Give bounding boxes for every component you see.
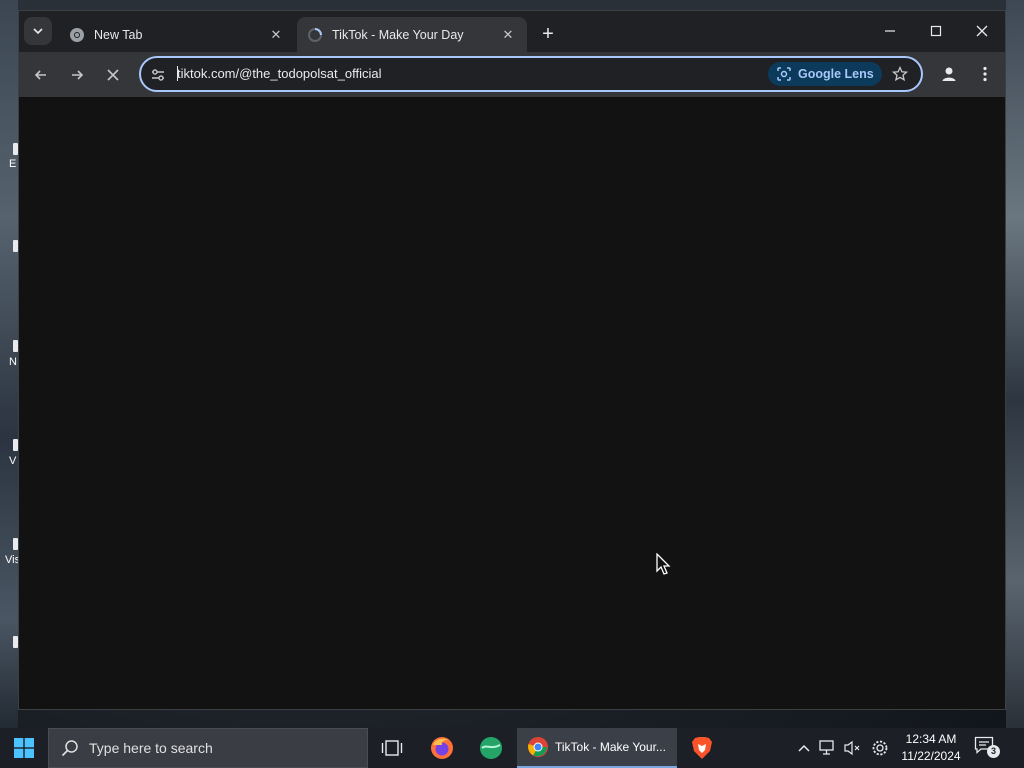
desktop-background-top [0, 0, 1024, 10]
notification-center-button[interactable]: 3 [974, 736, 1002, 760]
address-bar[interactable]: tiktok.com/@the_todopolsat_official Goog… [139, 56, 923, 92]
google-lens-label: Google Lens [798, 67, 874, 81]
task-view-button[interactable] [368, 728, 416, 768]
taskbar-brave[interactable] [678, 728, 726, 768]
task-view-icon [381, 740, 403, 756]
arrow-right-icon [72, 70, 84, 80]
taskbar-chrome-window[interactable]: TikTok - Make Your... [517, 728, 677, 768]
tab-search-button[interactable] [24, 17, 52, 45]
desktop-background-left: E N V Vis [0, 0, 20, 728]
url-text: tiktok.com/@the_todopolsat_official [177, 66, 382, 81]
start-button[interactable] [0, 728, 48, 768]
gear-icon [872, 740, 888, 756]
arrow-left-icon [34, 70, 46, 80]
clock-date: 11/22/2024 [901, 749, 961, 763]
tab-title: New Tab [94, 27, 143, 42]
browser-menu-button[interactable] [971, 60, 999, 88]
person-icon [942, 67, 956, 81]
close-tab-icon[interactable]: ✕ [499, 26, 517, 44]
chrome-icon [528, 737, 548, 757]
show-hidden-icons-button[interactable] [793, 738, 815, 758]
close-icon [107, 69, 119, 81]
settings-button[interactable] [869, 738, 891, 758]
tab-tiktok[interactable]: TikTok - Make Your Day ✕ [297, 17, 527, 52]
desktop-icon-label: N [9, 356, 17, 368]
loading-spinner-icon [307, 27, 323, 43]
taskbar-search-box[interactable]: Type here to search [48, 728, 368, 768]
tab-strip: New Tab ✕ TikTok - Make Your Day ✕ + [19, 11, 1005, 52]
taskbar: Type here to search TikTok - Make Your..… [0, 728, 1024, 768]
system-clock[interactable]: 12:34 AM 11/22/2024 [892, 731, 970, 767]
maximize-button[interactable] [913, 11, 959, 51]
minimize-icon [885, 30, 895, 32]
desktop-icon-label: V [9, 455, 17, 467]
browser-toolbar: tiktok.com/@the_todopolsat_official Goog… [19, 52, 1005, 97]
close-icon [976, 25, 988, 37]
site-info-icon[interactable] [149, 66, 167, 84]
google-lens-button[interactable]: Google Lens [768, 62, 882, 86]
back-button[interactable] [26, 60, 56, 90]
close-window-button[interactable] [959, 11, 1005, 51]
more-vertical-icon [983, 66, 987, 82]
taskbar-app-green[interactable] [467, 728, 515, 768]
page-content-area[interactable] [19, 97, 1005, 709]
star-icon [892, 66, 908, 82]
tab-title: TikTok - Make Your Day [332, 27, 464, 42]
network-icon [819, 740, 834, 755]
network-status-button[interactable] [817, 738, 839, 758]
search-placeholder: Type here to search [89, 740, 213, 756]
clock-time: 12:34 AM [905, 732, 957, 746]
profile-button[interactable] [935, 60, 963, 88]
new-tab-button[interactable]: + [535, 21, 561, 47]
forward-button[interactable] [62, 60, 92, 90]
stop-loading-button[interactable] [98, 60, 128, 90]
url-text-container: tiktok.com/@the_todopolsat_official [177, 66, 381, 81]
google-lens-icon [777, 67, 791, 81]
browser-window: New Tab ✕ TikTok - Make Your Day ✕ + tik… [18, 10, 1006, 710]
notification-badge: 3 [987, 745, 1000, 758]
taskbar-chrome-label: TikTok - Make Your... [555, 740, 666, 754]
firefox-icon [431, 737, 453, 759]
volume-button[interactable] [841, 738, 863, 758]
close-tab-icon[interactable]: ✕ [267, 26, 285, 44]
bookmark-star-button[interactable] [888, 62, 912, 86]
maximize-icon [930, 25, 942, 37]
minimize-button[interactable] [867, 11, 913, 51]
desktop-background-right [1006, 0, 1024, 728]
chevron-up-icon [798, 744, 810, 752]
brave-lion-icon [692, 737, 712, 759]
chrome-icon [69, 27, 85, 43]
search-icon [61, 740, 78, 757]
plus-icon: + [542, 22, 554, 45]
globe-app-icon [480, 737, 502, 759]
windows-logo-icon [14, 738, 34, 758]
taskbar-firefox[interactable] [418, 728, 466, 768]
tab-new-tab[interactable]: New Tab ✕ [59, 17, 295, 52]
mouse-cursor-icon [656, 553, 671, 575]
volume-muted-icon [844, 740, 860, 756]
chevron-down-icon [33, 28, 43, 35]
desktop-icon-label: E [9, 158, 17, 170]
